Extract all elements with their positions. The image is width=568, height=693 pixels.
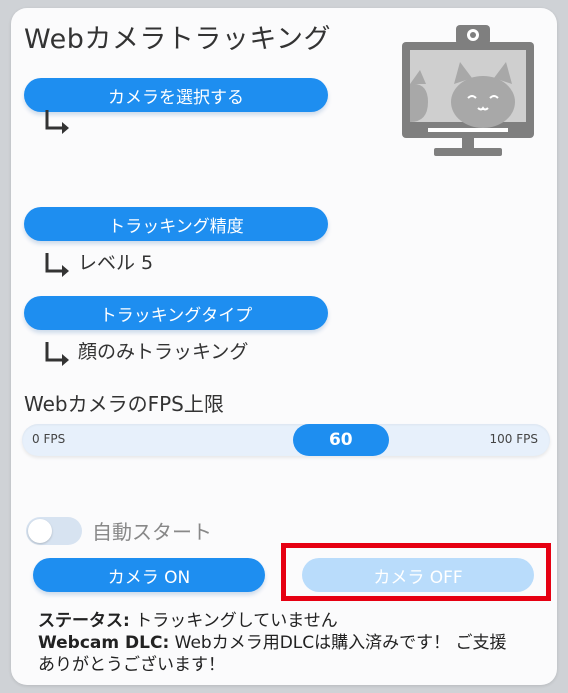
tracking-precision-value: レベル 5 bbox=[78, 252, 154, 274]
fps-value: 60 bbox=[328, 430, 353, 450]
tracking-precision-button[interactable]: トラッキング精度 bbox=[24, 207, 328, 241]
corner-arrow-icon bbox=[44, 108, 72, 134]
status-line: ステータス: トラッキングしていません bbox=[38, 610, 518, 632]
status-key: ステータス: bbox=[38, 611, 130, 631]
corner-arrow-icon bbox=[44, 251, 72, 277]
camera-on-label: カメラ ON bbox=[107, 567, 191, 588]
fps-max-label: 100 FPS bbox=[489, 432, 538, 446]
tracking-type-button[interactable]: トラッキングタイプ bbox=[24, 296, 328, 330]
select-camera-button[interactable]: カメラを選択する bbox=[24, 78, 328, 112]
tracking-type-label: トラッキングタイプ bbox=[99, 305, 253, 326]
status-value: トラッキングしていません bbox=[135, 611, 338, 631]
fps-slider-thumb[interactable]: 60 bbox=[292, 424, 389, 456]
dlc-line: Webcam DLC: Webカメラ用DLCは購入済みです！ ご支援ありがとうご… bbox=[38, 632, 518, 676]
autostart-toggle[interactable] bbox=[26, 516, 82, 545]
camera-on-button[interactable]: カメラ ON bbox=[33, 558, 265, 592]
highlight-box bbox=[281, 543, 551, 601]
toggle-knob bbox=[28, 518, 52, 543]
tracking-precision-value-row: レベル 5 bbox=[44, 248, 154, 277]
fps-min-label: 0 FPS bbox=[32, 432, 66, 446]
dlc-key: Webcam DLC: bbox=[38, 633, 170, 653]
panel-title: Webカメラトラッキング bbox=[24, 24, 332, 55]
fps-slider[interactable]: 0 FPS 100 FPS 60 bbox=[22, 424, 550, 456]
autostart-label: 自動スタート bbox=[92, 520, 212, 544]
tracking-type-value-row: 顔のみトラッキング bbox=[44, 337, 249, 366]
autostart-row: 自動スタート bbox=[26, 516, 212, 545]
tracking-type-value: 顔のみトラッキング bbox=[78, 341, 249, 363]
corner-arrow-icon bbox=[44, 340, 72, 366]
status-block: ステータス: トラッキングしていません Webcam DLC: Webカメラ用D… bbox=[38, 610, 518, 676]
select-camera-value-row bbox=[44, 108, 78, 134]
webcam-monitor-cat-icon bbox=[398, 22, 540, 166]
tracking-precision-label: トラッキング精度 bbox=[108, 216, 244, 237]
fps-limit-label: WebカメラのFPS上限 bbox=[24, 392, 224, 416]
select-camera-label: カメラを選択する bbox=[108, 87, 244, 108]
